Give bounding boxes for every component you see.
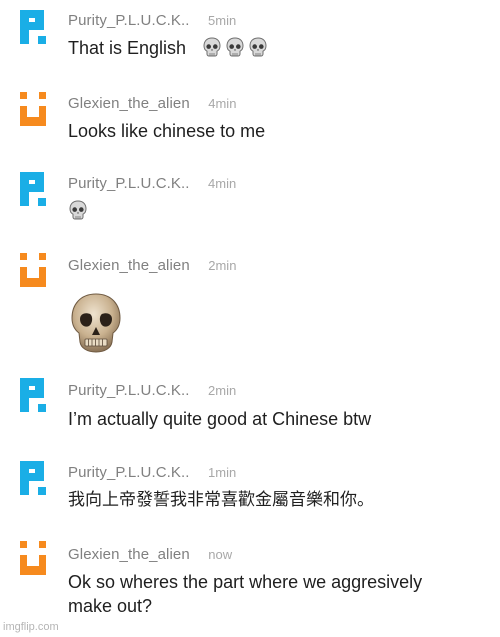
chat-thread: Purity_P.L.U.C.K.. 5min That is English — [0, 0, 500, 637]
timestamp: 4min — [208, 96, 237, 111]
skull-icon — [202, 37, 222, 62]
message-text — [68, 200, 91, 225]
message-body: That is English — [68, 38, 187, 58]
message-text: That is English — [68, 37, 271, 62]
message-text: I’m actually quite good at Chinese btw — [68, 409, 372, 429]
message-text: 我向上帝發誓我非常喜歡金屬音樂和你。 — [68, 490, 374, 510]
timestamp: 2min — [208, 258, 237, 273]
username[interactable]: Purity_P.L.U.C.K.. — [68, 464, 190, 481]
timestamp: 5min — [208, 13, 237, 28]
message-text-line-2: make out? — [68, 596, 153, 616]
glexien-avatar-icon[interactable] — [20, 253, 46, 287]
skull-photo[interactable] — [68, 292, 124, 354]
username[interactable]: Glexien_the_alien — [68, 95, 190, 112]
purity-avatar-icon[interactable] — [20, 378, 46, 412]
watermark: imgflip.com — [3, 621, 59, 633]
username[interactable]: Purity_P.L.U.C.K.. — [68, 12, 190, 29]
username[interactable]: Glexien_the_alien — [68, 546, 190, 563]
timestamp: 2min — [208, 383, 237, 398]
purity-avatar-icon[interactable] — [20, 172, 46, 206]
purity-avatar-icon[interactable] — [20, 461, 46, 495]
timestamp: 4min — [208, 176, 237, 191]
skull-icon — [68, 200, 88, 225]
glexien-avatar-icon[interactable] — [20, 541, 46, 575]
username[interactable]: Purity_P.L.U.C.K.. — [68, 175, 190, 192]
glexien-avatar-icon[interactable] — [20, 92, 46, 126]
purity-avatar-icon[interactable] — [20, 10, 46, 44]
skull-icon — [225, 37, 245, 62]
timestamp: now — [208, 547, 233, 562]
message-text: Ok so wheres the part where we aggresive… — [68, 572, 423, 592]
username[interactable]: Purity_P.L.U.C.K.. — [68, 382, 190, 399]
skull-icon — [248, 37, 268, 62]
message-text: Looks like chinese to me — [68, 121, 266, 141]
username[interactable]: Glexien_the_alien — [68, 257, 190, 274]
timestamp: 1min — [208, 465, 237, 480]
